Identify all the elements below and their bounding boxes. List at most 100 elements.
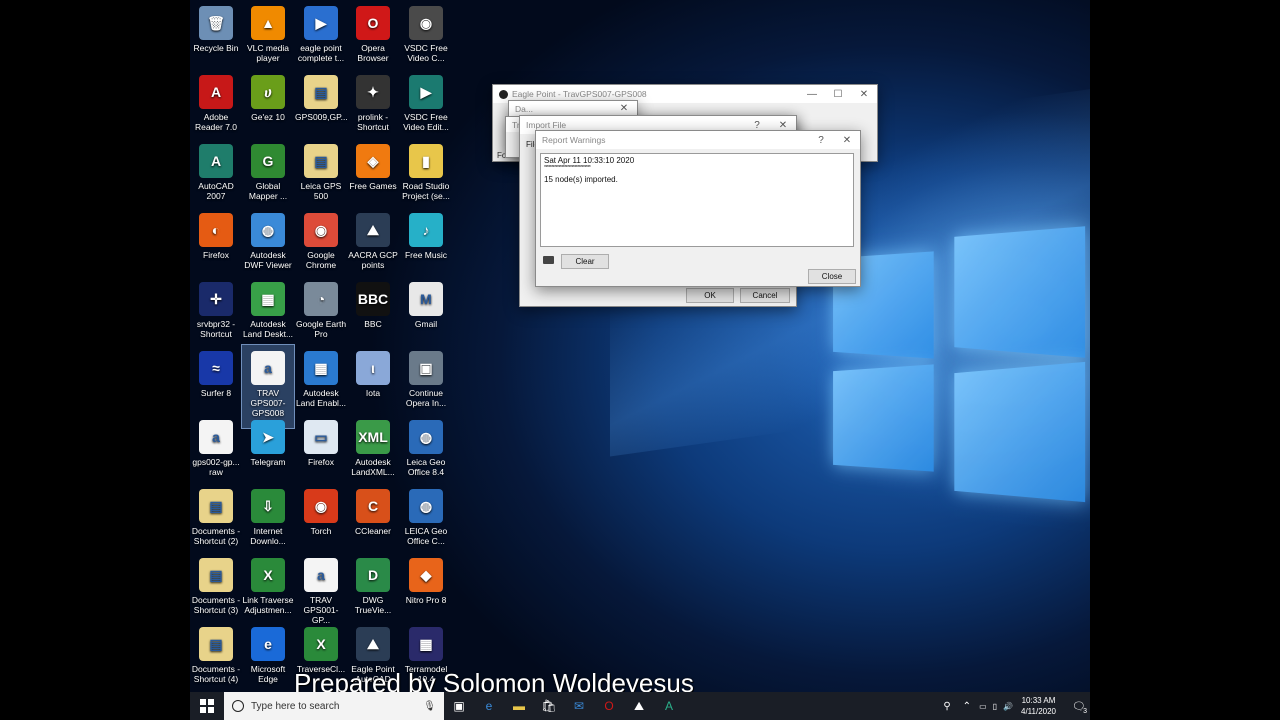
printer-icon[interactable]: [543, 256, 554, 264]
desktop-icon[interactable]: ▶ VSDC Free Video Edit...: [400, 69, 452, 132]
desktop-icon-label: VSDC Free Video Edit...: [403, 112, 449, 132]
desktop-icon[interactable]: ◐ Firefox: [190, 207, 242, 260]
import-title: Import File: [526, 120, 567, 130]
close-button[interactable]: ✕: [770, 120, 796, 131]
desktop-icon[interactable]: X Link Traverse Adjustmen...: [242, 552, 294, 615]
desktop-icon[interactable]: ◆ Nitro Pro 8: [400, 552, 452, 605]
desktop-icon[interactable]: ▤ Documents - Shortcut (2): [190, 483, 242, 546]
desktop-icon[interactable]: e Microsoft Edge: [242, 621, 294, 684]
desktop-icon[interactable]: ✦ prolink - Shortcut: [347, 69, 399, 132]
desktop-icon[interactable]: ሀ Ge'ez 10: [242, 69, 294, 122]
close-button[interactable]: ✕: [834, 135, 860, 146]
help-button[interactable]: ?: [744, 120, 770, 131]
desktop-icon[interactable]: ≈ Surfer 8: [190, 345, 242, 398]
clear-button[interactable]: Clear: [561, 254, 609, 269]
desktop-icon[interactable]: a gps002-gp... raw: [190, 414, 242, 477]
desktop-icon[interactable]: ◉ Google Chrome: [295, 207, 347, 270]
desktop-icon[interactable]: ▤ Leica GPS 500: [295, 138, 347, 201]
ok-button[interactable]: OK: [686, 288, 734, 303]
report-log-textbox[interactable]: Sat Apr 11 10:33:10 2020 ***************…: [540, 153, 854, 247]
desktop-icon[interactable]: ▤ GPS009,GP...: [295, 69, 348, 122]
battery-icon[interactable]: ▯: [993, 702, 997, 711]
desktop-icon[interactable]: ▤ Documents - Shortcut (4): [190, 621, 242, 684]
desktop-icon[interactable]: ➤ Telegram: [242, 414, 294, 467]
app-icon: X: [304, 627, 338, 661]
clock[interactable]: 10:33 AM 4/11/2020: [1021, 695, 1056, 717]
app-icon: ◉: [409, 6, 443, 40]
report-titlebar[interactable]: Report Warnings ? ✕: [536, 131, 860, 149]
desktop-icon[interactable]: 🗑 Recycle Bin: [190, 0, 242, 53]
app-icon: ▦: [251, 282, 285, 316]
desktop-icon[interactable]: ▭ Firefox: [295, 414, 347, 467]
desktop-icon[interactable]: ▤ Documents - Shortcut (3): [190, 552, 242, 615]
network-icon[interactable]: ▭: [979, 702, 987, 711]
chevron-up-icon[interactable]: ⌃: [963, 701, 971, 712]
desktop-icon[interactable]: ✛ srvbpr32 - Shortcut: [190, 276, 242, 339]
app-icon: O: [356, 6, 390, 40]
task-view-icon[interactable]: ▣: [444, 692, 474, 720]
desktop-icon[interactable]: M Gmail: [400, 276, 452, 329]
volume-icon[interactable]: 🔊: [1003, 702, 1013, 711]
minimize-button[interactable]: —: [799, 89, 825, 100]
opera-icon[interactable]: O: [594, 692, 624, 720]
desktop-icon-label: Documents - Shortcut (2): [191, 526, 241, 546]
desktop-icon[interactable]: BBC BBC: [347, 276, 399, 329]
start-button[interactable]: [190, 692, 224, 720]
desktop-icon[interactable]: ▮ Road Studio Project (se...: [400, 138, 452, 201]
eagle-point-taskbar-icon[interactable]: ⛰: [624, 692, 654, 720]
desktop-icon-label: Surfer 8: [200, 388, 232, 398]
cancel-button[interactable]: Cancel: [740, 288, 790, 303]
desktop-icon[interactable]: ◍ Autodesk DWF Viewer: [242, 207, 294, 270]
desktop-icon[interactable]: ▦ Autodesk Land Deskt...: [242, 276, 294, 339]
close-button[interactable]: ✕: [611, 103, 637, 114]
app-icon: ▣: [409, 351, 443, 385]
desktop-icon[interactable]: ◔ Google Earth Pro: [295, 276, 347, 339]
desktop-icon[interactable]: ▲ VLC media player: [242, 0, 294, 63]
desktop-icon[interactable]: ◉ Torch: [295, 483, 347, 536]
app-icon: ▮: [409, 144, 443, 178]
desktop-icon[interactable]: XML Autodesk LandXML...: [347, 414, 399, 477]
desktop-icon[interactable]: ◉ VSDC Free Video C...: [400, 0, 452, 63]
help-button[interactable]: ?: [808, 135, 834, 146]
people-icon[interactable]: ⚲: [943, 701, 950, 712]
desktop-icon-label: AACRA GCP points: [348, 250, 398, 270]
maximize-button[interactable]: ☐: [825, 89, 851, 100]
taskbar-search-box[interactable]: Type here to search 🎙: [224, 692, 444, 720]
file-explorer-icon[interactable]: ▬: [504, 692, 534, 720]
desktop-icon[interactable]: D DWG TrueVie...: [347, 552, 399, 615]
desktop-icon[interactable]: ▦ Autodesk Land Enabl...: [295, 345, 347, 408]
autocad-taskbar-icon[interactable]: A: [654, 692, 684, 720]
desktop-icon[interactable]: ◍ Leica Geo Office 8.4: [400, 414, 452, 477]
app-icon: ▤: [199, 627, 233, 661]
report-warnings-dialog[interactable]: Report Warnings ? ✕ Sat Apr 11 10:33:10 …: [535, 130, 861, 287]
desktop-icon[interactable]: ⇩ Internet Downlo...: [242, 483, 294, 546]
desktop-icon[interactable]: X TraverseCl...: [295, 621, 347, 674]
desktop-icon[interactable]: ▣ Continue Opera In...: [400, 345, 452, 408]
desktop-icon[interactable]: A AutoCAD 2007: [190, 138, 242, 201]
app-icon: X: [251, 558, 285, 592]
da-titlebar[interactable]: Da... ✕: [509, 101, 637, 116]
clock-date: 4/11/2020: [1021, 707, 1056, 716]
edge-icon[interactable]: e: [474, 692, 504, 720]
store-icon[interactable]: 🛍: [534, 692, 564, 720]
desktop-icon[interactable]: ♪ Free Music: [400, 207, 452, 260]
desktop-icon[interactable]: ▶ eagle point complete t...: [295, 0, 347, 63]
desktop-icon[interactable]: C CCleaner: [347, 483, 399, 536]
desktop-icon[interactable]: ⛰ AACRA GCP points: [347, 207, 399, 270]
desktop-icon[interactable]: ◍ LEICA Geo Office C...: [400, 483, 452, 546]
mail-icon[interactable]: ✉: [564, 692, 594, 720]
desktop-icon-label: Autodesk Land Deskt...: [242, 319, 294, 339]
desktop-icon[interactable]: A Adobe Reader 7.0: [190, 69, 242, 132]
app-icon: ▤: [304, 144, 338, 178]
desktop-icon[interactable]: G Global Mapper ...: [242, 138, 294, 201]
close-button[interactable]: ✕: [851, 89, 877, 100]
desktop-icon[interactable]: O Opera Browser: [347, 0, 399, 63]
desktop-icon[interactable]: ◈ Free Games: [347, 138, 399, 191]
desktop-icon[interactable]: ι Iota: [347, 345, 399, 398]
desktop-icon-label: Documents - Shortcut (3): [191, 595, 241, 615]
da-title: Da...: [515, 103, 533, 114]
notification-button[interactable]: 🗨 3: [1068, 700, 1090, 715]
microphone-icon[interactable]: 🎙: [423, 701, 436, 712]
desktop-icon[interactable]: a TRAV GPS001-GP...: [295, 552, 347, 625]
close-dialog-button[interactable]: Close: [808, 269, 856, 284]
